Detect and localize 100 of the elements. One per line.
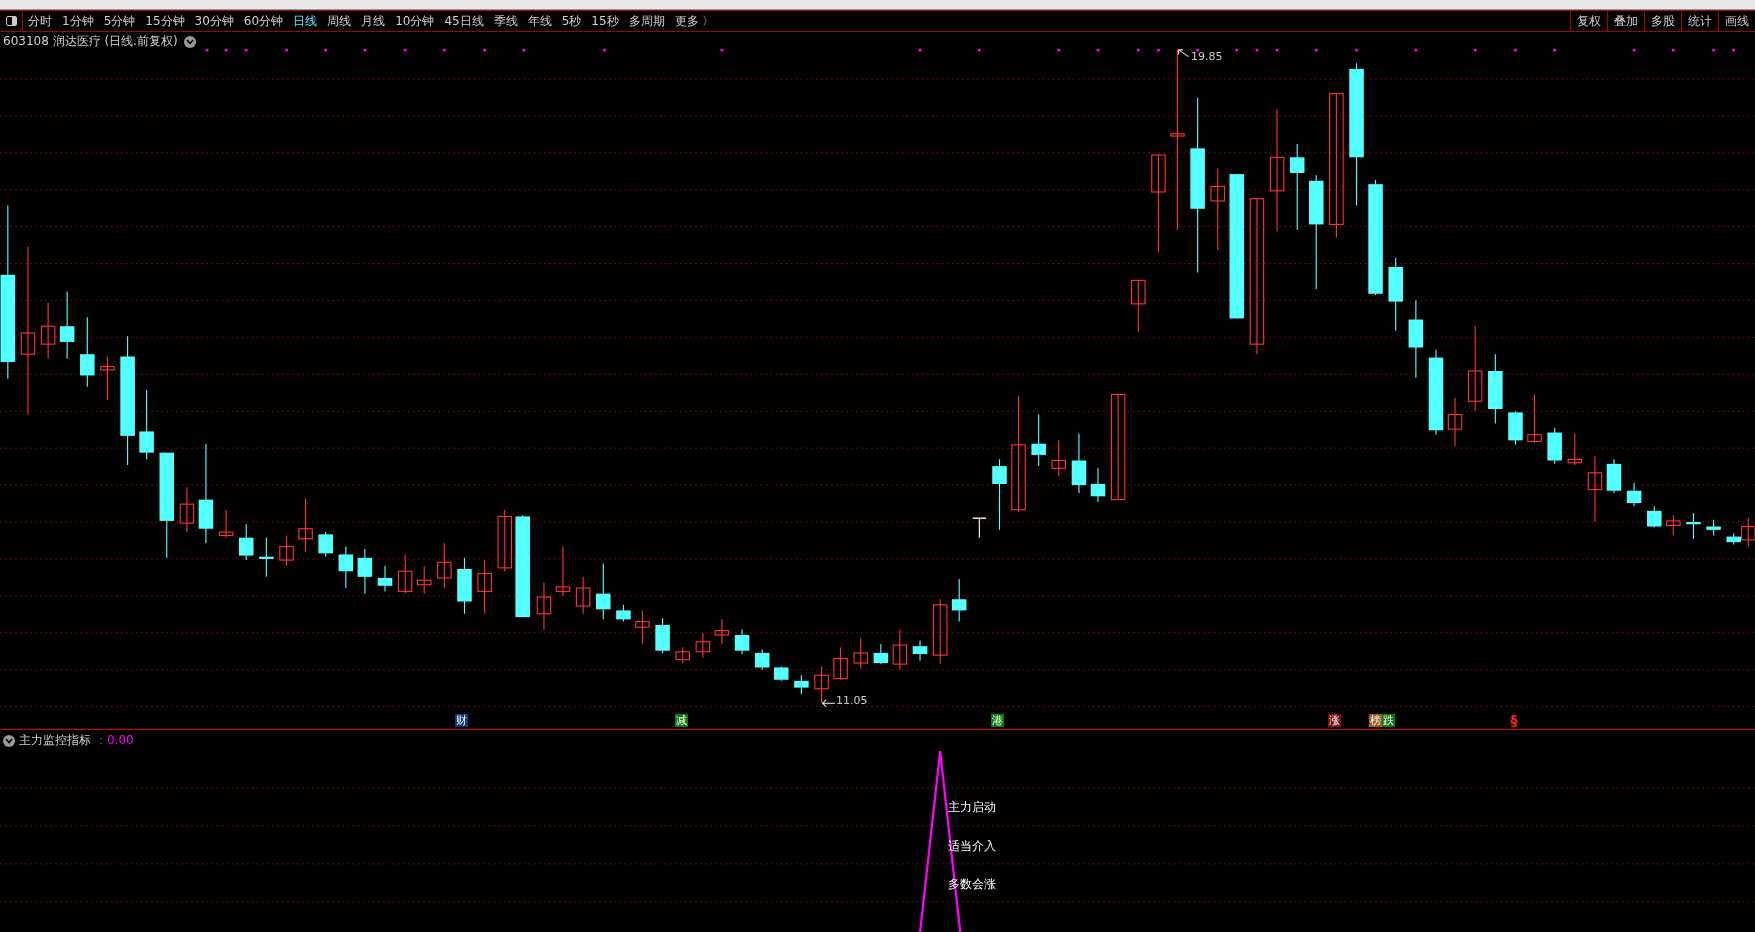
candle — [853, 637, 868, 670]
period-tab[interactable]: 月线 — [356, 11, 391, 31]
indicator-name: 主力监控指标 — [19, 732, 91, 749]
candle — [318, 531, 333, 558]
candle — [1508, 410, 1523, 446]
candle — [416, 565, 432, 595]
candle — [1626, 482, 1642, 507]
event-marker[interactable]: § — [1510, 714, 1518, 727]
candle — [734, 628, 750, 655]
candle — [1090, 467, 1106, 503]
candle — [675, 646, 690, 664]
candle — [951, 578, 967, 623]
period-tab[interactable]: 周线 — [322, 11, 357, 31]
low-price-label: 11.05 — [836, 694, 868, 708]
candle — [695, 632, 711, 658]
candle — [1527, 393, 1542, 444]
candle — [536, 581, 552, 630]
candle — [1686, 512, 1701, 540]
candle — [635, 609, 650, 645]
candle — [357, 548, 373, 595]
period-tab[interactable]: 分时 — [23, 11, 57, 31]
period-tab[interactable]: 更多 〉 — [669, 11, 720, 31]
candle — [1488, 353, 1503, 425]
candle — [437, 542, 452, 589]
period-tab[interactable]: 30分钟 — [189, 11, 239, 31]
period-tab[interactable]: 5秒 — [556, 11, 587, 31]
candle — [1131, 279, 1146, 333]
candle — [794, 674, 809, 695]
candle — [754, 649, 770, 671]
candle — [238, 523, 254, 561]
period-tab[interactable]: 1分钟 — [57, 11, 99, 31]
stock-title: 603108 润达医疗 (日线.前复权) — [3, 33, 178, 50]
event-marker[interactable]: 港 — [991, 714, 1005, 727]
candle — [1606, 458, 1622, 494]
candle — [1447, 397, 1463, 447]
high-price-label: 19.85 — [1190, 49, 1223, 63]
candle — [179, 486, 195, 533]
candle — [139, 389, 154, 460]
indicator-value: ：0.00 — [95, 732, 134, 749]
tool-button[interactable]: 画线 — [1718, 11, 1755, 31]
candle — [298, 497, 313, 553]
candle — [457, 557, 472, 615]
candle — [40, 302, 56, 360]
candle — [100, 355, 115, 401]
candle — [616, 604, 631, 623]
candle — [1567, 433, 1583, 466]
tool-button[interactable]: 多股 — [1644, 11, 1681, 31]
period-tab[interactable]: 多周期 — [623, 11, 670, 31]
period-tab[interactable]: 10分钟 — [390, 11, 440, 31]
event-marker[interactable]: 财 — [455, 714, 469, 727]
low-arrow-icon — [821, 699, 836, 708]
high-arrow-icon — [1178, 49, 1190, 58]
candle — [497, 509, 513, 572]
event-marker[interactable]: 榜 — [1368, 714, 1382, 727]
candle — [596, 562, 611, 620]
candle — [873, 643, 889, 665]
candle — [80, 316, 95, 388]
candle — [1547, 427, 1562, 465]
period-tab[interactable]: 年线 — [522, 11, 557, 31]
candle — [1031, 414, 1046, 467]
candle — [892, 628, 908, 671]
event-marker[interactable]: 跌 — [1382, 714, 1395, 727]
event-marker[interactable]: 涨 — [1328, 714, 1342, 727]
candle — [338, 546, 354, 589]
candle — [1051, 439, 1067, 477]
candle — [932, 598, 948, 665]
tool-button[interactable]: 复权 — [1570, 11, 1607, 31]
candle — [555, 546, 571, 597]
candle — [1071, 433, 1087, 494]
chevron-down-icon[interactable] — [183, 35, 196, 48]
period-tab[interactable]: 季线 — [488, 11, 523, 31]
candle — [218, 509, 234, 539]
candle — [397, 553, 413, 595]
period-tab[interactable]: 日线 — [288, 11, 323, 31]
candle — [279, 534, 294, 567]
candle — [833, 646, 848, 681]
tool-button[interactable]: 统计 — [1681, 11, 1718, 31]
candle — [1647, 505, 1662, 529]
candle — [655, 617, 670, 654]
candle — [912, 640, 928, 662]
period-tab[interactable]: 5分钟 — [98, 11, 141, 31]
candle — [477, 559, 492, 615]
period-tab[interactable]: 15秒 — [586, 11, 624, 31]
candle — [814, 665, 829, 704]
signal-text: 主力启动 — [948, 799, 996, 817]
chevron-down-icon[interactable] — [3, 734, 15, 747]
period-tab[interactable]: 15分钟 — [140, 11, 190, 31]
period-tab[interactable]: 45日线 — [439, 11, 489, 31]
candle — [575, 576, 591, 615]
candle — [714, 618, 730, 645]
candle — [1666, 514, 1681, 536]
candle — [377, 565, 393, 592]
candle — [773, 665, 789, 682]
event-marker[interactable]: 减 — [674, 714, 688, 727]
candle — [1706, 519, 1721, 536]
candle — [1587, 455, 1603, 523]
candle — [59, 291, 75, 360]
candle — [972, 517, 987, 539]
tool-button[interactable]: 叠加 — [1607, 11, 1644, 31]
period-tab[interactable]: 60分钟 — [238, 11, 289, 31]
